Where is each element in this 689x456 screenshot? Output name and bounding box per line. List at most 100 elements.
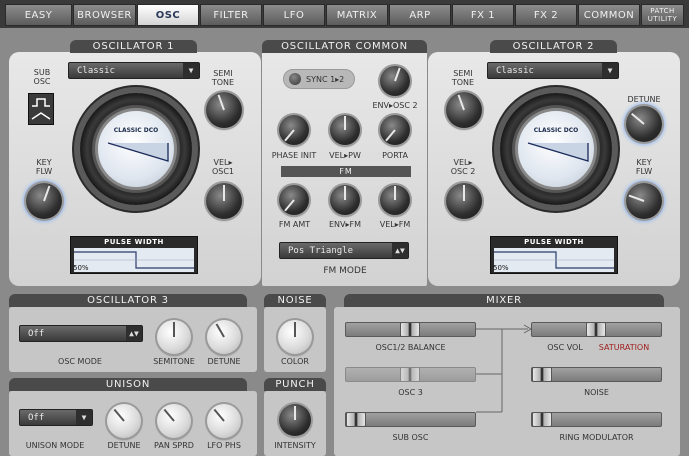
tab-fx1[interactable]: FX 1 — [452, 4, 514, 26]
osc2-keyflw-knob[interactable] — [626, 183, 662, 219]
osc2-keyflw-label: KEY FLW — [635, 158, 653, 176]
osc2-pulse-graph — [494, 248, 614, 272]
fm-mode-select[interactable]: Pos Triangle ▲▼ — [279, 242, 409, 259]
osc1-waveform-value: Classic — [77, 65, 115, 76]
noise-level-slider[interactable] — [531, 367, 662, 382]
env-fm-label: ENV▸FM — [328, 220, 362, 229]
osc-common-title: OSCILLATOR COMMON — [262, 40, 427, 53]
osc1-vel-label: VEL▸ OSC1 — [211, 158, 235, 176]
osc2-title: OSCILLATOR 2 — [490, 40, 617, 53]
unison-mode-label: UNISON MODE — [25, 441, 85, 450]
unison-lfo-phase-label: LFO PHS — [207, 441, 241, 450]
osc2-semitone-knob[interactable] — [446, 92, 482, 128]
tab-easy[interactable]: EASY — [5, 4, 72, 26]
osc1-pulse-width[interactable]: PULSE WIDTH 50% — [70, 236, 198, 274]
osc1-dial-face: CLASSIC DCO — [95, 108, 177, 190]
noise-color-label: COLOR — [281, 357, 309, 366]
env-osc2-knob[interactable] — [380, 66, 410, 96]
ring-mod-slider[interactable] — [531, 412, 662, 427]
slider-thumb[interactable] — [532, 367, 552, 382]
saw-wave-icon — [107, 142, 169, 162]
punch-intensity-label: INTENSITY — [274, 441, 316, 450]
fm-section-header: FM — [281, 166, 411, 177]
osc-vol-slider[interactable] — [531, 322, 662, 337]
vel-pw-knob[interactable] — [330, 115, 360, 145]
porta-label: PORTA — [382, 151, 408, 160]
tab-osc[interactable]: OSC — [137, 4, 199, 26]
unison-pan-spread-knob[interactable] — [157, 404, 191, 438]
osc2-vel-knob[interactable] — [446, 183, 482, 219]
sub-osc-wave-icon[interactable] — [28, 93, 54, 125]
osc3-semitone-knob[interactable] — [157, 320, 191, 354]
osc3-level-slider[interactable] — [345, 367, 476, 382]
vel-pw-label: VEL▸PW — [329, 151, 361, 160]
vel-fm-label: VEL▸FM — [379, 220, 411, 229]
punch-intensity-knob[interactable] — [279, 404, 311, 436]
tab-common[interactable]: COMMON — [578, 4, 640, 26]
tab-bar: EASY BROWSER OSC FILTER LFO MATRIX ARP F… — [0, 0, 689, 28]
osc2-vel-label: VEL▸ OSC 2 — [450, 158, 476, 176]
osc3-mode-select[interactable]: Off ▲▼ — [19, 325, 143, 342]
osc2-detune-knob[interactable] — [626, 106, 662, 142]
noise-title: NOISE — [264, 294, 326, 307]
tab-matrix[interactable]: MATRIX — [326, 4, 388, 26]
unison-mode-select[interactable]: Off ▼ — [19, 409, 93, 426]
env-osc2-label: ENV▸OSC 2 — [372, 101, 418, 110]
tab-arp[interactable]: ARP — [389, 4, 451, 26]
osc2-dial-label: CLASSIC DCO — [533, 127, 579, 134]
ring-mod-label: RING MODULATOR — [559, 433, 634, 442]
tab-patch-utility[interactable]: PATCH UTILITY — [641, 4, 684, 26]
noise-color-knob[interactable] — [278, 320, 312, 354]
osc-balance-label: OSC1/2 BALANCE — [375, 343, 446, 352]
phase-init-knob[interactable] — [279, 115, 309, 145]
slider-thumb[interactable] — [399, 367, 420, 382]
osc1-title: OSCILLATOR 1 — [70, 40, 197, 53]
osc2-pulse-width[interactable]: PULSE WIDTH 50% — [490, 236, 618, 274]
osc2-detune-label: DETUNE — [627, 95, 661, 104]
fm-amt-knob[interactable] — [279, 185, 309, 215]
env-fm-knob[interactable] — [330, 185, 360, 215]
saw-wave-icon — [527, 142, 589, 162]
synth-osc-page: EASY BROWSER OSC FILTER LFO MATRIX ARP F… — [0, 0, 689, 456]
unison-detune-knob[interactable] — [107, 404, 141, 438]
osc1-waveform-select[interactable]: Classic ▼ — [68, 62, 200, 79]
osc2-dial-face: CLASSIC DCO — [515, 108, 597, 190]
osc3-mode-value: Off — [28, 328, 45, 339]
osc2-waveform-value: Classic — [496, 65, 534, 76]
osc1-pulse-title: PULSE WIDTH — [104, 238, 164, 246]
osc-balance-slider[interactable] — [345, 322, 476, 337]
osc3-detune-knob[interactable] — [207, 320, 241, 354]
slider-thumb[interactable] — [399, 322, 420, 337]
tab-patch-utility-line1: PATCH — [650, 7, 675, 15]
porta-knob[interactable] — [380, 115, 410, 145]
osc3-level-label: OSC 3 — [398, 388, 423, 397]
tab-lfo[interactable]: LFO — [263, 4, 325, 26]
osc1-vel-knob[interactable] — [206, 183, 242, 219]
osc1-semitone-knob[interactable] — [206, 92, 242, 128]
unison-lfo-phase-knob[interactable] — [207, 404, 241, 438]
slider-thumb[interactable] — [585, 322, 606, 337]
osc1-pulse-graph — [74, 248, 194, 272]
slider-thumb[interactable] — [346, 412, 366, 427]
tab-fx2[interactable]: FX 2 — [515, 4, 577, 26]
fm-mode-label: FM MODE — [323, 266, 367, 276]
mixer-routing-lines — [476, 324, 533, 413]
osc1-keyflw-knob[interactable] — [26, 183, 62, 219]
osc2-waveform-select[interactable]: Classic ▼ — [487, 62, 619, 79]
vel-fm-knob[interactable] — [380, 185, 410, 215]
tab-filter[interactable]: FILTER — [200, 4, 262, 26]
slider-thumb[interactable] — [532, 412, 552, 427]
phase-init-label: PHASE INIT — [271, 151, 317, 160]
osc1-waveform-dial[interactable]: CLASSIC DCO — [80, 93, 192, 205]
osc1-semitone-label: SEMI TONE — [211, 69, 235, 87]
osc1-keyflw-label: KEY FLW — [35, 158, 53, 176]
sub-osc-level-label: SUB OSC — [392, 433, 429, 442]
tab-browser[interactable]: BROWSER — [73, 4, 136, 26]
sync-1-2-toggle[interactable]: SYNC 1▸2 — [283, 69, 355, 89]
sub-osc-level-slider[interactable] — [345, 412, 476, 427]
saturation-label: SATURATION — [598, 343, 650, 352]
chevron-down-icon: ▼ — [76, 410, 92, 425]
tab-patch-utility-line2: UTILITY — [647, 15, 678, 23]
osc3-title: OSCILLATOR 3 — [9, 294, 247, 307]
osc2-waveform-dial[interactable]: CLASSIC DCO — [500, 93, 612, 205]
